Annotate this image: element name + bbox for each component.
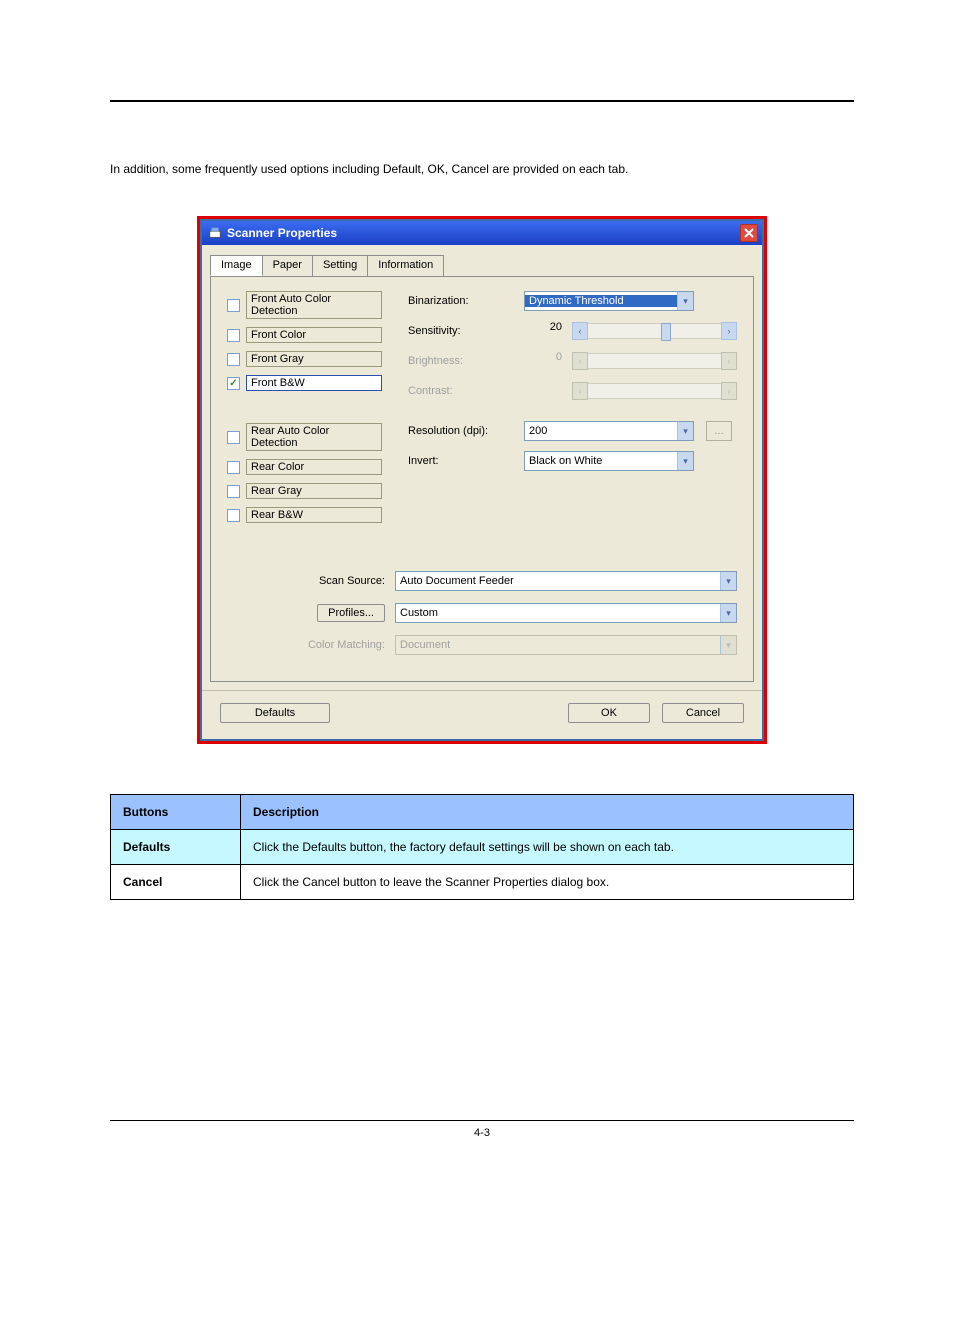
titlebar: Scanner Properties bbox=[202, 221, 762, 245]
contrast-left-arrow: ‹ bbox=[572, 382, 588, 400]
header-rule bbox=[110, 100, 854, 102]
tab-paper[interactable]: Paper bbox=[262, 255, 313, 276]
chevron-down-icon: ▾ bbox=[720, 636, 736, 654]
intro-paragraph: In addition, some frequently used option… bbox=[110, 162, 854, 176]
chevron-down-icon: ▾ bbox=[677, 292, 693, 310]
rear-color-row: Rear Color bbox=[227, 459, 382, 475]
close-icon bbox=[744, 228, 754, 238]
chevron-down-icon: ▾ bbox=[720, 604, 736, 622]
brightness-label: Brightness: bbox=[408, 355, 518, 367]
lower-settings: Scan Source: Auto Document Feeder ▾ Prof… bbox=[227, 571, 737, 667]
sensitivity-label: Sensitivity: bbox=[408, 325, 518, 337]
scan-source-combo[interactable]: Auto Document Feeder ▾ bbox=[395, 571, 737, 591]
side-selection-column: Front Auto Color Detection Front Color F… bbox=[227, 291, 382, 531]
front-auto-color-label[interactable]: Front Auto Color Detection bbox=[246, 291, 382, 319]
contrast-label: Contrast: bbox=[408, 385, 518, 397]
resolution-combo[interactable]: 200 ▾ bbox=[524, 421, 694, 441]
color-matching-label: Color Matching: bbox=[227, 639, 395, 651]
invert-label: Invert: bbox=[408, 455, 518, 467]
buttons-description-table: Buttons Description Defaults Click the D… bbox=[110, 794, 854, 900]
binarization-label: Binarization: bbox=[408, 295, 518, 307]
tab-panel: Front Auto Color Detection Front Color F… bbox=[210, 276, 754, 682]
rear-bw-row: Rear B&W bbox=[227, 507, 382, 523]
chevron-down-icon: ▾ bbox=[720, 572, 736, 590]
brightness-right-arrow: › bbox=[721, 352, 737, 370]
tab-setting[interactable]: Setting bbox=[312, 255, 368, 276]
tab-image[interactable]: Image bbox=[210, 255, 263, 276]
front-bw-checkbox[interactable] bbox=[227, 377, 240, 390]
front-gray-checkbox[interactable] bbox=[227, 353, 240, 366]
table-row: Defaults Click the Defaults button, the … bbox=[111, 830, 854, 865]
color-matching-value: Document bbox=[396, 639, 720, 651]
rear-gray-label[interactable]: Rear Gray bbox=[246, 483, 382, 499]
rear-color-label[interactable]: Rear Color bbox=[246, 459, 382, 475]
rear-auto-color-checkbox[interactable] bbox=[227, 431, 240, 444]
front-auto-color-row: Front Auto Color Detection bbox=[227, 291, 382, 319]
profiles-value: Custom bbox=[396, 607, 720, 619]
table-header-row: Buttons Description bbox=[111, 795, 854, 830]
invert-value: Black on White bbox=[525, 455, 677, 467]
binarization-value: Dynamic Threshold bbox=[525, 295, 677, 307]
cancel-button[interactable]: Cancel bbox=[662, 703, 744, 723]
rear-auto-color-label[interactable]: Rear Auto Color Detection bbox=[246, 423, 382, 451]
dialog-title: Scanner Properties bbox=[227, 226, 337, 240]
resolution-value: 200 bbox=[525, 425, 677, 437]
resolution-more-button[interactable]: … bbox=[706, 421, 732, 441]
color-matching-combo: Document ▾ bbox=[395, 635, 737, 655]
contrast-right-arrow: › bbox=[721, 382, 737, 400]
rear-gray-row: Rear Gray bbox=[227, 483, 382, 499]
chevron-down-icon: ▾ bbox=[677, 452, 693, 470]
sensitivity-left-arrow[interactable]: ‹ bbox=[572, 322, 588, 340]
scan-source-value: Auto Document Feeder bbox=[396, 575, 720, 587]
rear-color-checkbox[interactable] bbox=[227, 461, 240, 474]
contrast-value bbox=[524, 381, 566, 401]
cell-cancel-name: Cancel bbox=[111, 865, 241, 900]
chevron-down-icon: ▾ bbox=[677, 422, 693, 440]
front-color-label[interactable]: Front Color bbox=[246, 327, 382, 343]
front-bw-row: Front B&W bbox=[227, 375, 382, 391]
rear-bw-checkbox[interactable] bbox=[227, 509, 240, 522]
table-header-buttons: Buttons bbox=[111, 795, 241, 830]
cell-defaults-desc: Click the Defaults button, the factory d… bbox=[241, 830, 854, 865]
page-number: 4-3 bbox=[110, 1127, 854, 1139]
rear-auto-color-row: Rear Auto Color Detection bbox=[227, 423, 382, 451]
table-row: Cancel Click the Cancel button to leave … bbox=[111, 865, 854, 900]
sensitivity-thumb[interactable] bbox=[661, 323, 671, 341]
tab-information[interactable]: Information bbox=[367, 255, 444, 276]
ok-button[interactable]: OK bbox=[568, 703, 650, 723]
brightness-slider bbox=[588, 353, 721, 369]
profiles-combo[interactable]: Custom ▾ bbox=[395, 603, 737, 623]
cell-defaults-name: Defaults bbox=[111, 830, 241, 865]
scanner-properties-dialog: Scanner Properties Image Paper Setting I… bbox=[200, 219, 764, 741]
footer-rule bbox=[110, 1120, 854, 1121]
app-icon bbox=[208, 226, 222, 240]
front-gray-label[interactable]: Front Gray bbox=[246, 351, 382, 367]
profiles-button[interactable]: Profiles... bbox=[317, 604, 385, 622]
sensitivity-slider[interactable] bbox=[588, 323, 721, 339]
front-gray-row: Front Gray bbox=[227, 351, 382, 367]
screenshot-highlight-box: Scanner Properties Image Paper Setting I… bbox=[197, 216, 767, 744]
front-bw-label[interactable]: Front B&W bbox=[246, 375, 382, 391]
rear-bw-label[interactable]: Rear B&W bbox=[246, 507, 382, 523]
binarization-combo[interactable]: Dynamic Threshold ▾ bbox=[524, 291, 694, 311]
scan-source-label: Scan Source: bbox=[227, 575, 395, 587]
button-bar: Defaults OK Cancel bbox=[202, 690, 762, 739]
sensitivity-value: 20 bbox=[524, 321, 566, 341]
front-auto-color-checkbox[interactable] bbox=[227, 299, 240, 312]
invert-combo[interactable]: Black on White ▾ bbox=[524, 451, 694, 471]
defaults-button[interactable]: Defaults bbox=[220, 703, 330, 723]
rear-gray-checkbox[interactable] bbox=[227, 485, 240, 498]
cell-cancel-desc: Click the Cancel button to leave the Sca… bbox=[241, 865, 854, 900]
brightness-left-arrow: ‹ bbox=[572, 352, 588, 370]
sensitivity-right-arrow[interactable]: › bbox=[721, 322, 737, 340]
table-header-description: Description bbox=[241, 795, 854, 830]
front-color-checkbox[interactable] bbox=[227, 329, 240, 342]
tab-strip: Image Paper Setting Information bbox=[202, 245, 762, 276]
close-button[interactable] bbox=[740, 224, 758, 242]
front-color-row: Front Color bbox=[227, 327, 382, 343]
resolution-label: Resolution (dpi): bbox=[408, 425, 518, 437]
brightness-value: 0 bbox=[524, 351, 566, 371]
contrast-slider bbox=[588, 383, 721, 399]
image-settings-column: Binarization: Dynamic Threshold ▾ Sensit… bbox=[408, 291, 737, 531]
